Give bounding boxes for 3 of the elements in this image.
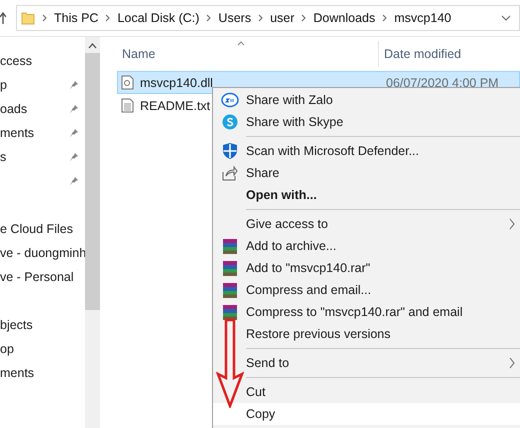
file-date: 06/07/2020 4:00 PM — [386, 76, 500, 90]
file-name: msvcp140.dll — [140, 76, 213, 90]
file-name: README.txt — [140, 98, 210, 112]
